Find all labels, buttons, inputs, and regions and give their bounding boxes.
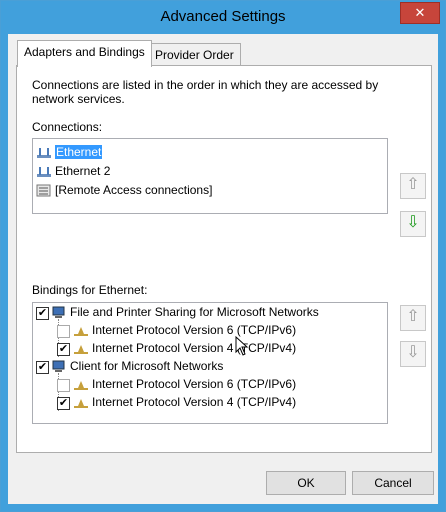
dialog-client-area: Adapters and Bindings Provider Order Con… (8, 34, 438, 504)
binding-label: File and Printer Sharing for Microsoft N… (70, 305, 319, 319)
connection-item-remote-access[interactable]: [Remote Access connections] (36, 181, 212, 199)
binding-label: Internet Protocol Version 4 (TCP/IPv4) (92, 341, 297, 355)
binding-checkbox[interactable]: ✔ (36, 361, 49, 374)
arrow-up-icon: ⇧ (406, 176, 420, 193)
connection-label: Ethernet (55, 145, 103, 159)
title-bar[interactable]: Advanced Settings ✕ (1, 1, 445, 33)
binding-label: Client for Microsoft Networks (70, 359, 224, 373)
network-adapter-icon (36, 146, 52, 160)
arrow-down-icon: ⇩ (406, 344, 420, 361)
binding-checkbox[interactable] (57, 325, 70, 338)
ok-button[interactable]: OK (266, 471, 346, 495)
close-button[interactable]: ✕ (400, 2, 440, 24)
remote-access-icon (36, 184, 52, 198)
binding-item-client-for-ms-networks[interactable]: Client for Microsoft Networks (51, 357, 223, 375)
network-adapter-icon (36, 165, 52, 179)
protocol-icon (73, 342, 89, 356)
binding-checkbox[interactable]: ✔ (36, 307, 49, 320)
tab-provider-order[interactable]: Provider Order (148, 43, 241, 66)
bindings-listbox[interactable]: ✔ File and Printer Sharing for Microsoft… (32, 302, 388, 424)
binding-item-ipv6[interactable]: Internet Protocol Version 6 (TCP/IPv6) (73, 321, 296, 339)
binding-checkbox[interactable]: ✔ (57, 343, 70, 356)
computer-network-icon (51, 360, 67, 374)
cancel-button[interactable]: Cancel (352, 471, 434, 495)
connection-move-down-button[interactable]: ⇩ (400, 211, 426, 237)
adapters-and-bindings-panel: Connections are listed in the order in w… (16, 65, 432, 453)
binding-move-up-button[interactable]: ⇧ (400, 305, 426, 331)
connections-label: Connections: (32, 120, 103, 134)
tab-adapters-and-bindings[interactable]: Adapters and Bindings (17, 40, 152, 67)
connection-item-ethernet-2[interactable]: Ethernet 2 (36, 162, 110, 180)
binding-item-file-printer-sharing[interactable]: File and Printer Sharing for Microsoft N… (51, 303, 319, 321)
protocol-icon (73, 396, 89, 410)
connection-item-ethernet[interactable]: Ethernet (36, 143, 103, 161)
binding-label: Internet Protocol Version 6 (TCP/IPv6) (92, 377, 297, 391)
protocol-icon (73, 378, 89, 392)
protocol-icon (73, 324, 89, 338)
connections-listbox[interactable]: Ethernet Ethernet 2 [Remote Access conne… (32, 138, 388, 214)
binding-label: Internet Protocol Version 4 (TCP/IPv4) (92, 395, 297, 409)
connections-description: Connections are listed in the order in w… (32, 78, 379, 106)
bindings-label: Bindings for Ethernet: (32, 283, 148, 297)
binding-label: Internet Protocol Version 6 (TCP/IPv6) (92, 323, 297, 337)
connection-label: [Remote Access connections] (55, 183, 213, 197)
binding-checkbox[interactable]: ✔ (57, 397, 70, 410)
connection-label: Ethernet 2 (55, 164, 111, 178)
advanced-settings-window: Advanced Settings ✕ Adapters and Binding… (0, 0, 446, 512)
connection-move-up-button[interactable]: ⇧ (400, 173, 426, 199)
binding-move-down-button[interactable]: ⇩ (400, 341, 426, 367)
arrow-down-icon: ⇩ (406, 214, 420, 231)
mouse-cursor-icon (235, 336, 249, 356)
binding-item-ipv6[interactable]: Internet Protocol Version 6 (TCP/IPv6) (73, 375, 296, 393)
binding-item-ipv4[interactable]: Internet Protocol Version 4 (TCP/IPv4) (73, 393, 296, 411)
arrow-up-icon: ⇧ (406, 308, 420, 325)
computer-network-icon (51, 306, 67, 320)
window-title: Advanced Settings (160, 8, 286, 25)
binding-checkbox[interactable] (57, 379, 70, 392)
binding-item-ipv4[interactable]: Internet Protocol Version 4 (TCP/IPv4) (73, 339, 296, 357)
